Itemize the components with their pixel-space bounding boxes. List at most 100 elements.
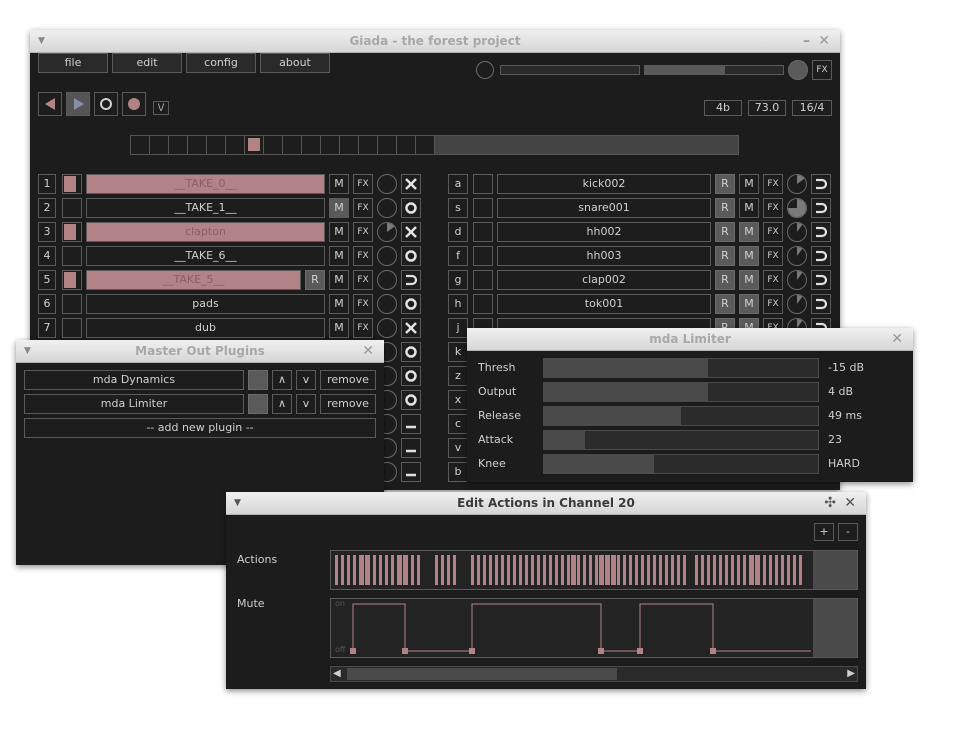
action-marker[interactable]	[787, 555, 790, 585]
action-marker[interactable]	[361, 555, 364, 585]
action-marker[interactable]	[385, 555, 388, 585]
channel-mode-dash-icon[interactable]	[401, 462, 421, 482]
channel-status-indicator[interactable]	[473, 198, 493, 218]
channel-fx-button[interactable]: FX	[763, 222, 783, 242]
action-marker[interactable]	[763, 555, 766, 585]
action-marker[interactable]	[665, 555, 668, 585]
action-marker[interactable]	[373, 555, 376, 585]
channel-mute-button[interactable]: M	[739, 270, 759, 290]
plugin-bypass-dynamics[interactable]	[248, 370, 268, 390]
action-marker[interactable]	[605, 555, 608, 585]
action-marker[interactable]	[347, 555, 350, 585]
move-icon[interactable]: ✣	[824, 492, 836, 514]
channel-fx-button[interactable]: FX	[763, 294, 783, 314]
main-titlebar[interactable]: ▼ Giada - the forest project – ✕	[30, 30, 840, 53]
plugin-remove-dynamics[interactable]: remove	[320, 370, 376, 390]
channel-name[interactable]: snare001	[497, 198, 711, 218]
action-marker[interactable]	[775, 555, 778, 585]
action-marker[interactable]	[441, 555, 444, 585]
action-marker[interactable]	[405, 555, 408, 585]
action-marker[interactable]	[647, 555, 650, 585]
channel-mute-button[interactable]: M	[739, 222, 759, 242]
channel-volume-knob[interactable]	[787, 174, 807, 194]
input-monitor-knob[interactable]	[476, 61, 494, 79]
channel-name[interactable]: kick002	[497, 174, 711, 194]
action-rec-button[interactable]	[122, 92, 146, 116]
plugins-titlebar[interactable]: ▼ Master Out Plugins ✕	[16, 340, 384, 363]
action-marker[interactable]	[501, 555, 504, 585]
action-marker[interactable]	[537, 555, 540, 585]
limiter-param-slider[interactable]	[543, 358, 819, 378]
action-marker[interactable]	[489, 555, 492, 585]
action-marker[interactable]	[561, 555, 564, 585]
action-marker[interactable]	[781, 555, 784, 585]
action-marker[interactable]	[335, 555, 338, 585]
action-marker[interactable]	[725, 555, 728, 585]
output-volume-knob[interactable]	[788, 60, 808, 80]
limiter-param-slider[interactable]	[543, 454, 819, 474]
action-marker[interactable]	[447, 555, 450, 585]
action-marker[interactable]	[519, 555, 522, 585]
action-marker[interactable]	[641, 555, 644, 585]
channel-status-indicator[interactable]	[473, 222, 493, 242]
action-marker[interactable]	[719, 555, 722, 585]
scroll-left-icon[interactable]: ◀	[333, 668, 341, 679]
channel-fx-button[interactable]: FX	[763, 198, 783, 218]
channel-mode-dash-icon[interactable]	[401, 414, 421, 434]
channel-fx-button[interactable]: FX	[763, 270, 783, 290]
window-menu-icon[interactable]: ▼	[24, 340, 31, 362]
window-menu-icon[interactable]: ▼	[38, 30, 45, 52]
menu-about[interactable]: about	[260, 53, 330, 73]
action-marker[interactable]	[495, 555, 498, 585]
action-marker[interactable]	[341, 555, 344, 585]
close-icon[interactable]: ✕	[818, 30, 830, 52]
scroll-thumb[interactable]	[347, 668, 617, 680]
channel-mode-o-icon[interactable]	[401, 342, 421, 362]
zoom-out-button[interactable]: -	[838, 523, 858, 541]
plugin-down-dynamics[interactable]: v	[296, 370, 316, 390]
plugin-name-dynamics[interactable]: mda Dynamics	[24, 370, 244, 390]
channel-mode-loop-icon[interactable]	[811, 198, 831, 218]
action-marker[interactable]	[577, 555, 580, 585]
rewind-button[interactable]	[38, 92, 62, 116]
plugin-name-limiter[interactable]: mda Limiter	[24, 394, 244, 414]
limiter-titlebar[interactable]: mda Limiter ✕	[467, 328, 913, 351]
channel-name[interactable]: clap002	[497, 270, 711, 290]
channel-mode-loop-icon[interactable]	[811, 246, 831, 266]
master-fx-button[interactable]: FX	[812, 60, 832, 80]
channel-name[interactable]: hh002	[497, 222, 711, 242]
channel-rec-button[interactable]: R	[715, 246, 735, 266]
close-icon[interactable]: ✕	[844, 492, 856, 514]
actions-track[interactable]	[330, 550, 858, 590]
channel-mode-loop-icon[interactable]	[811, 222, 831, 242]
action-marker[interactable]	[769, 555, 772, 585]
action-marker[interactable]	[671, 555, 674, 585]
plugin-up-dynamics[interactable]: ∧	[272, 370, 292, 390]
limiter-param-slider[interactable]	[543, 430, 819, 450]
action-marker[interactable]	[525, 555, 528, 585]
action-marker[interactable]	[701, 555, 704, 585]
channel-volume-knob[interactable]	[787, 222, 807, 242]
action-marker[interactable]	[549, 555, 552, 585]
channel-name[interactable]: hh003	[497, 246, 711, 266]
action-marker[interactable]	[629, 555, 632, 585]
channel-mute-button[interactable]: M	[739, 246, 759, 266]
channel-mode-loop-icon[interactable]	[811, 174, 831, 194]
rec-mode-toggle[interactable]: \/	[153, 101, 169, 115]
channel-volume-knob[interactable]	[787, 294, 807, 314]
action-marker[interactable]	[411, 555, 414, 585]
channel-mode-o-icon[interactable]	[401, 366, 421, 386]
action-marker[interactable]	[555, 555, 558, 585]
channel-rec-button[interactable]: R	[715, 174, 735, 194]
action-marker[interactable]	[599, 555, 602, 585]
action-marker[interactable]	[731, 555, 734, 585]
action-marker[interactable]	[713, 555, 716, 585]
action-marker[interactable]	[483, 555, 486, 585]
channel-mode-dash-icon[interactable]	[401, 438, 421, 458]
action-marker[interactable]	[695, 555, 698, 585]
channel-rec-button[interactable]: R	[715, 222, 735, 242]
plugin-bypass-limiter[interactable]	[248, 394, 268, 414]
action-marker[interactable]	[513, 555, 516, 585]
channel-status-indicator[interactable]	[473, 174, 493, 194]
plugin-remove-limiter[interactable]: remove	[320, 394, 376, 414]
